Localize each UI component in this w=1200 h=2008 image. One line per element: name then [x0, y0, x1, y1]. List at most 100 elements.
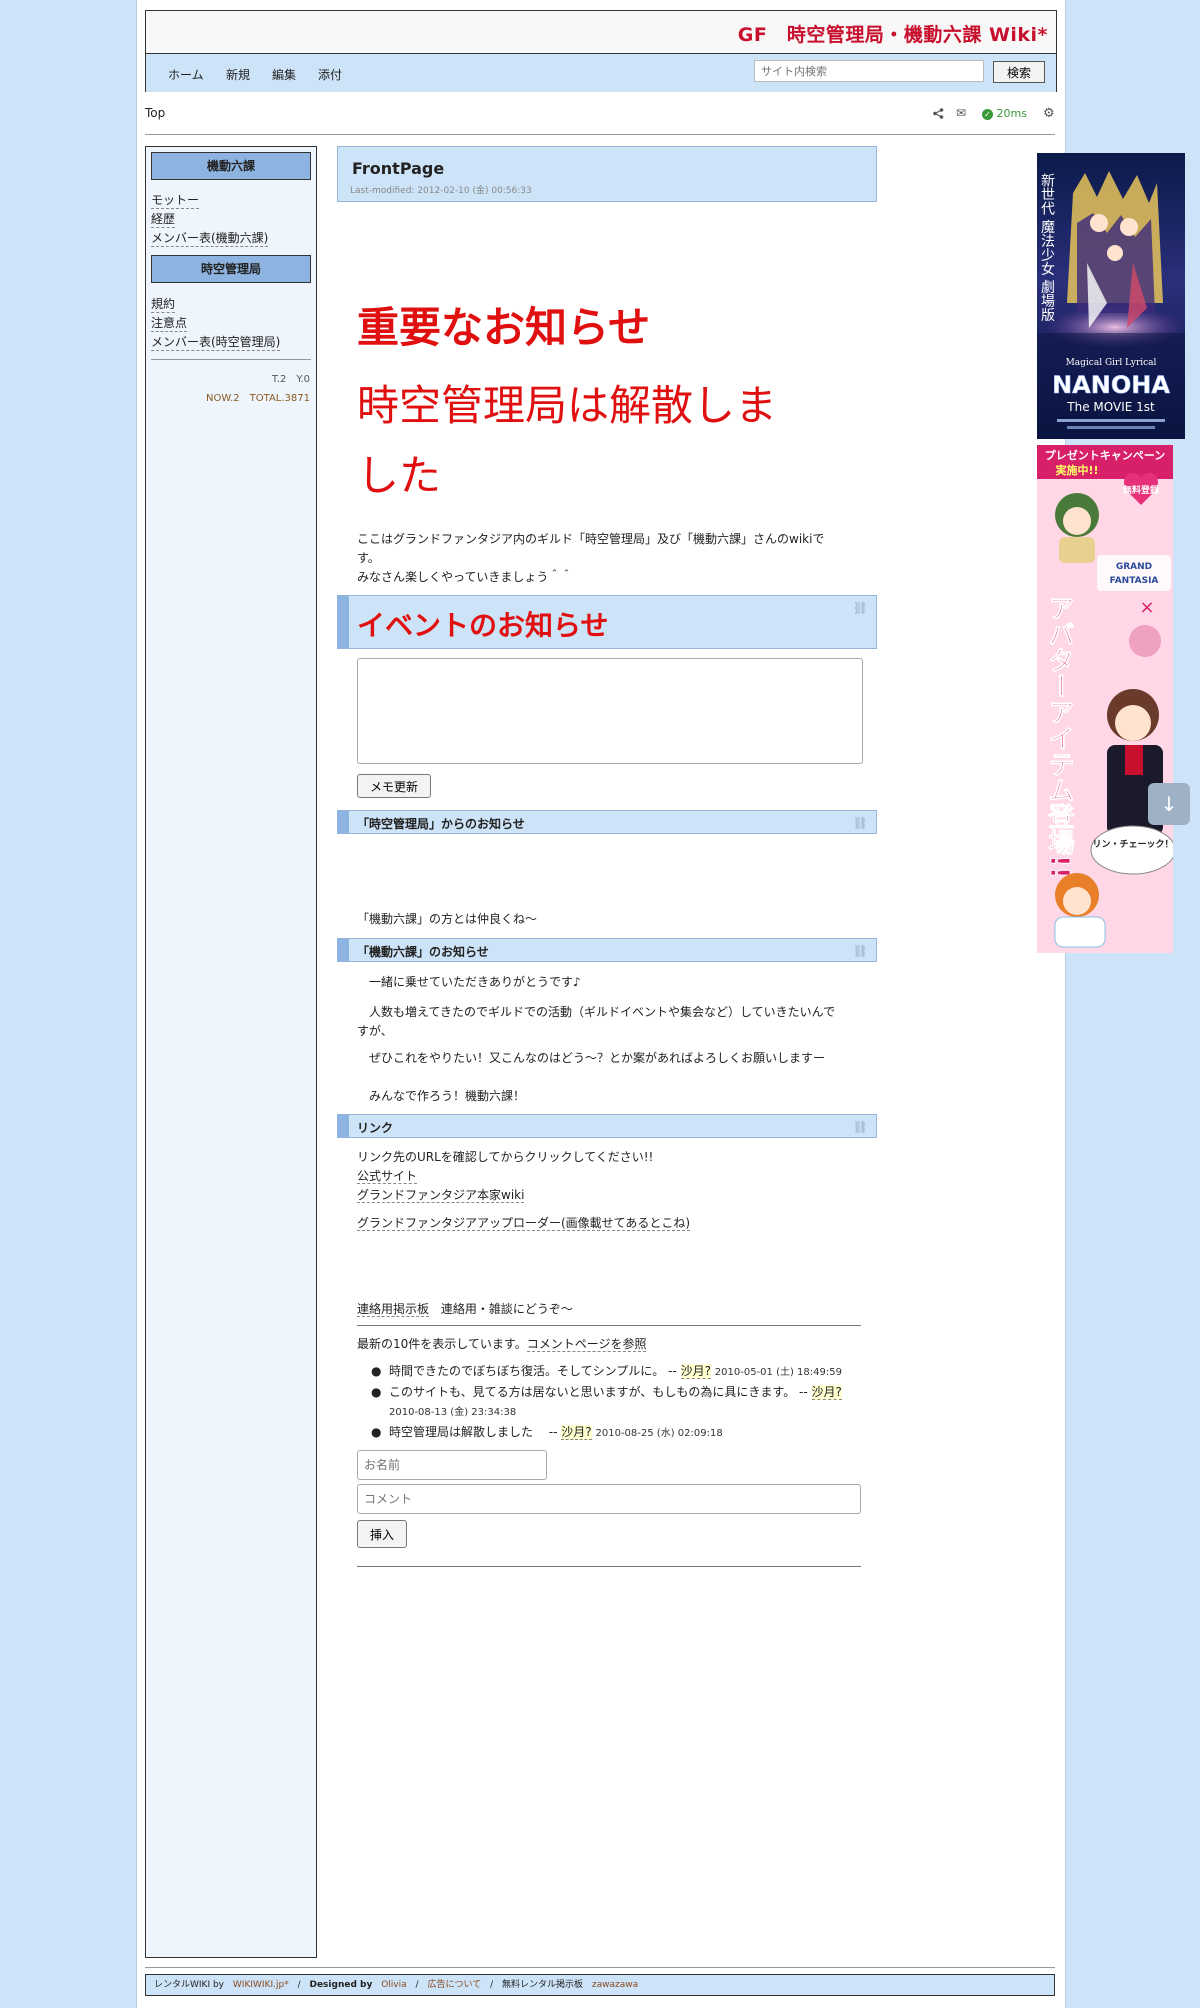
link-note: リンク先のURLを確認してからクリックしてください!! [357, 1150, 654, 1164]
intro-line-2: みなさん楽しくやっていきましょう＾＾ [357, 570, 573, 584]
response-time: ✓ 20ms [982, 107, 1027, 120]
footer-sep: / [297, 1980, 301, 1990]
link-official-site[interactable]: 公式サイト [357, 1169, 418, 1184]
jikuu-text: 「機動六課」の方とは仲良くね〜 [357, 912, 538, 926]
link-uploader-site[interactable]: グランドファンタジアアップローダー(画像載せてあるとこね) [357, 1216, 691, 1231]
svg-text:GRAND: GRAND [1116, 562, 1152, 572]
comment-date: 2010-05-01 (土) 18:49:59 [714, 1367, 842, 1378]
recent-line: 最新の10件を表示しています。コメントページを参照 [357, 1335, 847, 1354]
link-uploader: グランドファンタジアアップローダー(画像載せてあるとこね) [357, 1214, 847, 1233]
page-container: GF 時空管理局・機動六課 Wiki* ホーム 新規 編集 添付 検索 Top … [136, 0, 1185, 2008]
response-time-value: 20ms [996, 107, 1027, 120]
sidebar: 機動六課 モットー 経歴 メンバー表(機動六課) 時空管理局 規約 注意点 メン… [145, 146, 317, 1958]
scroll-down-button[interactable]: ↓ [1148, 783, 1190, 825]
sidebar-heading-jikuu: 時空管理局 [151, 255, 311, 283]
last-modified: Last-modified: 2012-02-10 (金) 00:56:33 [350, 186, 532, 196]
breadcrumb[interactable]: Top [145, 106, 165, 120]
sidebar-item-motto[interactable]: モットー [151, 191, 200, 209]
memo-textarea[interactable] [357, 658, 863, 764]
footer-bbs-prefix: 無料レンタル掲示板 [501, 1980, 583, 1990]
insert-button[interactable]: 挿入 [357, 1520, 407, 1548]
nav-home[interactable]: ホーム [168, 66, 204, 83]
avatar-campaign-banner[interactable]: プレゼントキャンペーン 実施中!! 無料登録 GRAND FANTASIA × … [1037, 445, 1176, 953]
share-icon[interactable] [933, 108, 944, 122]
nanoha-banner-movie: The MOVIE 1st [1066, 400, 1155, 414]
comment-text: 時間できたのでぼちぼち復活。そしてシンプルに。 -- [389, 1364, 681, 1378]
nav-edit[interactable]: 編集 [272, 66, 296, 83]
link-official: 公式サイト [357, 1167, 847, 1186]
name-input[interactable] [357, 1450, 547, 1480]
footer-rental-prefix: レンタルWIKI by [154, 1980, 225, 1990]
comment-text: このサイトも、見てる方は居ないと思いますが、もしもの為に具にきます。 -- [389, 1385, 812, 1399]
board-link[interactable]: 連絡用掲示板 [357, 1302, 430, 1317]
nav-new[interactable]: 新規 [226, 66, 250, 83]
banner2-top-line1: プレゼントキャンペーン [1045, 448, 1165, 462]
footer-wikiwiki-link[interactable]: WIKIWIKI.jp* [233, 1980, 289, 1990]
nanoha-banner[interactable]: 新世代 魔法少女 劇場版 Magical Girl Lyrical NANOHA… [1037, 153, 1185, 439]
nanoha-banner-vertical: 新世代 魔法少女 劇場版 [1039, 173, 1055, 323]
sidebar-item-members-kidou[interactable]: メンバー表(機動六課) [151, 229, 269, 247]
search-button[interactable]: 検索 [993, 61, 1045, 83]
link-honke-wiki[interactable]: グランドファンタジア本家wiki [357, 1188, 525, 1203]
comment-item: ● このサイトも、見てる方は居ないと思いますが、もしもの為に具にきます。 -- … [357, 1383, 867, 1422]
banner2-badge: 無料登録 [1123, 484, 1160, 496]
kidou-line-3: ぜひこれをやりたい！又こんなのはどう〜？とか案があればよろしくお願いしますー [369, 1051, 826, 1065]
sidebar-item-rules[interactable]: 規約 [151, 295, 176, 313]
jikuu-heading-text: 「時空管理局」からのお知らせ [357, 817, 525, 831]
comment-date: 2010-08-13 (金) 23:34:38 [389, 1407, 517, 1418]
comment-list: ● 時間できたのでぼちぼち復活。そしてシンプルに。 -- 沙月? 2010-05… [357, 1362, 867, 1444]
mail-icon[interactable]: ✉ [956, 106, 966, 120]
sidebar-item-history[interactable]: 経歴 [151, 210, 176, 228]
footer-zawazawa-link[interactable]: zawazawa [592, 1980, 638, 1990]
comment-page-link[interactable]: コメントページを参照 [526, 1337, 647, 1352]
link-icon[interactable]: ⛓ [853, 1120, 868, 1134]
svg-text:FANTASIA: FANTASIA [1110, 576, 1159, 586]
sidebar-heading-kidou: 機動六課 [151, 152, 311, 180]
link-icon[interactable]: ⛓ [853, 944, 868, 958]
bullet-icon: ● [371, 1385, 382, 1399]
page-title[interactable]: FrontPage [352, 159, 444, 178]
footer-divider [145, 1967, 1055, 1968]
nanoha-banner-title: NANOHA [1052, 371, 1170, 399]
banner2-top-line2: 実施中!! [1055, 463, 1098, 477]
comment-item: ● 時空管理局は解散しました -- 沙月? 2010-08-25 (水) 02:… [357, 1423, 867, 1443]
event-heading-text: イベントのお知らせ [357, 609, 609, 642]
sidebar-divider [151, 359, 311, 360]
comment-author[interactable]: 沙月? [680, 1364, 711, 1379]
link-icon[interactable]: ⛓ [853, 601, 868, 615]
footer-sep: / [490, 1980, 494, 1990]
comment-date: 2010-08-25 (水) 02:09:18 [595, 1428, 723, 1439]
nav-attach[interactable]: 添付 [318, 66, 342, 83]
link-wiki: グランドファンタジア本家wiki [357, 1186, 847, 1205]
kidou-line-4: みんなで作ろう！機動六課！ [369, 1089, 526, 1103]
link-icon[interactable]: ⛓ [853, 816, 868, 830]
nanoha-banner-sub: Magical Girl Lyrical [1066, 358, 1157, 368]
footer-designed-prefix: Designed by [309, 1980, 373, 1990]
kidou-line-1: 一緒に乗せていただきありがとうです♪ [369, 975, 581, 989]
footer-sep: / [415, 1980, 419, 1990]
kidou-line-2: 人数も増えてきたのでギルドでの活動（ギルドイベントや集会など）していきたいんです… [357, 1005, 836, 1038]
memo-update-button[interactable]: メモ更新 [357, 774, 431, 798]
svg-text:×: × [1139, 597, 1154, 618]
top-toolbar: Top ✉ ✓ 20ms ⚙ [145, 100, 1055, 135]
footer-olivia-link[interactable]: Olivia [381, 1980, 406, 1990]
comment-input[interactable] [357, 1484, 861, 1514]
kidou-heading: 「機動六課」のお知らせ ⛓ [337, 938, 877, 962]
gear-icon[interactable]: ⚙ [1043, 106, 1055, 121]
footer: レンタルWIKI by WIKIWIKI.jp* / Designed by O… [145, 1974, 1055, 1996]
main-content: FrontPage Last-modified: 2012-02-10 (金) … [337, 146, 877, 1956]
comment-author[interactable]: 沙月? [811, 1385, 842, 1400]
board-desc: 連絡用・雑談にどうぞ〜 [440, 1302, 573, 1316]
bullet-icon: ● [371, 1364, 382, 1378]
event-heading: イベントのお知らせ ⛓ [337, 595, 877, 649]
sidebar-item-notes[interactable]: 注意点 [151, 314, 188, 332]
sidebar-item-members-jikuu[interactable]: メンバー表(時空管理局) [151, 333, 281, 351]
board-rule-top [357, 1325, 861, 1326]
comment-author[interactable]: 沙月? [561, 1425, 592, 1440]
link-heading: リンク ⛓ [337, 1114, 877, 1138]
site-title[interactable]: GF 時空管理局・機動六課 Wiki* [738, 20, 1048, 47]
jikuu-heading: 「時空管理局」からのお知らせ ⛓ [337, 810, 877, 834]
recent-prefix: 最新の10件を表示しています。 [357, 1337, 527, 1351]
search-input[interactable] [754, 60, 984, 82]
footer-ad-link[interactable]: 広告について [427, 1980, 481, 1990]
